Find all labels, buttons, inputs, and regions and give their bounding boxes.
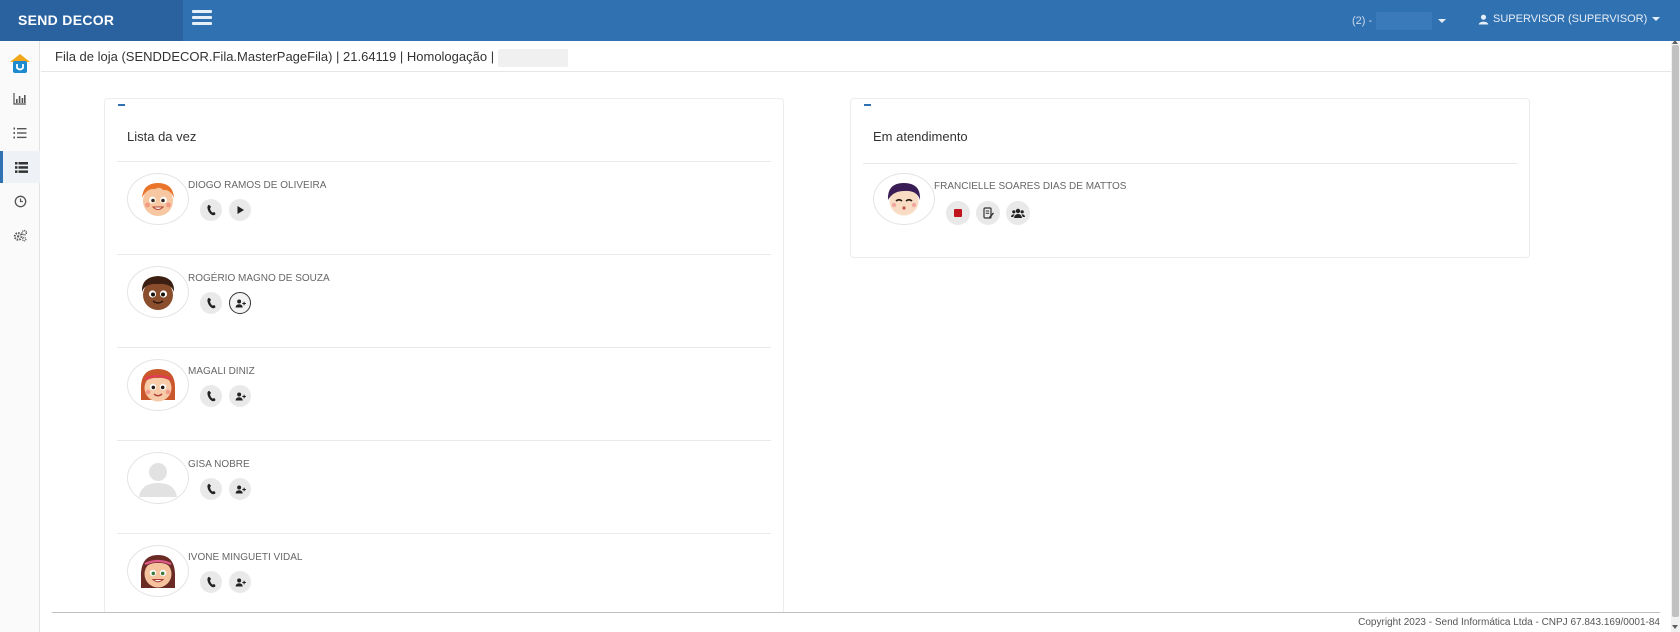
avatar-girl-red-hair-icon	[140, 369, 176, 402]
store-selector-label: (2) -	[1352, 14, 1373, 27]
phone-icon	[207, 297, 216, 309]
person-name: MAGALI DINIZ	[188, 366, 255, 377]
list-icon	[15, 161, 28, 173]
panel-title: Lista da vez	[127, 129, 197, 144]
clock-icon	[14, 195, 26, 207]
avatar	[127, 266, 189, 318]
phone-icon	[207, 483, 216, 495]
panel-title: Em atendimento	[873, 129, 968, 144]
page-scrollbar[interactable]	[1671, 40, 1680, 632]
sidebar-item-settings[interactable]	[0, 219, 40, 251]
edit-note-button[interactable]	[976, 201, 1000, 225]
avatar-placeholder-icon	[139, 463, 177, 497]
queue-item: IVONE MINGUETI VIDAL	[117, 534, 771, 627]
footer-divider	[52, 612, 1660, 613]
ordered-list-icon	[13, 127, 27, 139]
avatar-girl-dark-hair-icon	[140, 555, 176, 588]
phone-icon	[207, 390, 216, 402]
sidebar-item-ordered-list[interactable]	[0, 117, 40, 149]
edit-note-icon	[982, 207, 994, 219]
sidebar-item-home[interactable]	[0, 45, 40, 81]
chevron-down-icon	[1438, 19, 1447, 23]
avatar-boy-red-hair-icon	[142, 183, 174, 216]
add-user-button[interactable]	[229, 478, 251, 500]
sidebar	[0, 41, 40, 632]
menu-toggle-icon[interactable]	[192, 10, 212, 30]
phone-icon	[207, 204, 216, 216]
queue-item: GISA NOBRE	[117, 441, 771, 534]
start-service-button[interactable]	[229, 199, 251, 221]
store-selector[interactable]: (2) -	[1352, 12, 1447, 30]
user-add-icon	[235, 392, 246, 401]
gears-icon	[13, 229, 27, 242]
avatar	[873, 173, 935, 225]
sidebar-item-queue-list[interactable]	[0, 151, 40, 183]
footer-copyright: Copyright 2023 - Send Informática Ltda -…	[1358, 617, 1660, 628]
queue-item: DIOGO RAMOS DE OLIVEIRA	[117, 162, 771, 255]
sidebar-item-history[interactable]	[0, 185, 40, 217]
add-user-button[interactable]	[229, 571, 251, 593]
stop-service-button[interactable]	[946, 201, 970, 225]
add-user-button[interactable]	[229, 292, 251, 314]
avatar-girl-purple-hair-icon	[887, 183, 921, 216]
service-panel: Em atendimento FRANCIELLE SOARES DIAS DE…	[850, 98, 1530, 258]
person-name: ROGÉRIO MAGNO DE SOUZA	[188, 273, 330, 284]
queue-panel: Lista da vez DIOGO RAMOS DE OLIVEIRA ROG…	[104, 98, 784, 612]
group-button[interactable]	[1006, 201, 1030, 225]
user-add-icon	[235, 299, 246, 308]
avatar	[127, 359, 189, 411]
bar-chart-icon	[13, 93, 26, 105]
sidebar-item-reports[interactable]	[0, 83, 40, 115]
queue-item: ROGÉRIO MAGNO DE SOUZA	[117, 255, 771, 348]
chevron-down-icon	[1652, 17, 1661, 22]
environment-redacted	[497, 48, 568, 67]
phone-button[interactable]	[200, 385, 222, 407]
scroll-up-icon[interactable]	[1672, 40, 1678, 44]
user-menu-label: SUPERVISOR (SUPERVISOR)	[1493, 13, 1648, 25]
user-add-icon	[235, 485, 246, 494]
user-icon	[1478, 14, 1489, 25]
person-name: GISA NOBRE	[188, 459, 250, 470]
queue-item: MAGALI DINIZ	[117, 348, 771, 441]
collapse-panel-button[interactable]	[118, 104, 125, 106]
phone-button[interactable]	[200, 571, 222, 593]
brand-logo[interactable]: SEND DECOR	[0, 0, 183, 41]
page-title-bar: Fila de loja (SENDDECOR.Fila.MasterPageF…	[41, 41, 1671, 72]
stop-icon	[954, 209, 962, 217]
group-icon	[1011, 208, 1025, 218]
store-name-redacted	[1376, 12, 1433, 30]
top-bar: SEND DECOR (2) - SUPERVISOR (SUPERVISOR)	[0, 0, 1680, 41]
avatar-boy-curly-hair-icon	[141, 276, 175, 310]
phone-button[interactable]	[200, 292, 222, 314]
avatar	[127, 173, 189, 225]
service-item: FRANCIELLE SOARES DIAS DE MATTOS	[863, 164, 1517, 254]
collapse-panel-button[interactable]	[864, 104, 871, 106]
phone-icon	[207, 576, 216, 588]
user-menu[interactable]: SUPERVISOR (SUPERVISOR)	[1478, 13, 1661, 25]
avatar	[127, 452, 189, 504]
page-title: Fila de loja (SENDDECOR.Fila.MasterPageF…	[55, 49, 495, 64]
person-name: IVONE MINGUETI VIDAL	[188, 552, 303, 563]
phone-button[interactable]	[200, 478, 222, 500]
user-add-icon	[235, 578, 246, 587]
scroll-down-icon[interactable]	[1672, 625, 1678, 629]
person-name: FRANCIELLE SOARES DIAS DE MATTOS	[934, 181, 1127, 192]
play-icon	[237, 206, 244, 214]
add-user-button[interactable]	[229, 385, 251, 407]
person-name: DIOGO RAMOS DE OLIVEIRA	[188, 180, 327, 191]
phone-button[interactable]	[200, 199, 222, 221]
home-logo-icon	[10, 54, 30, 73]
scrollbar-thumb[interactable]	[1672, 45, 1679, 617]
avatar	[127, 545, 189, 597]
